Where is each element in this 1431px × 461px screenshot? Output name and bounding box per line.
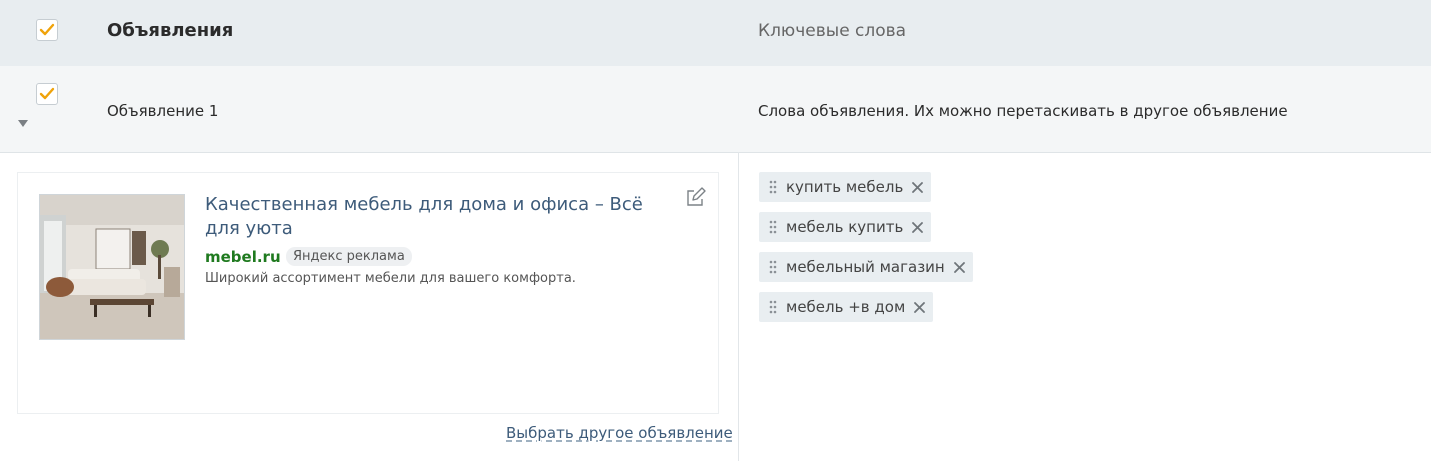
- ad-domain: mebel.ru: [205, 248, 281, 266]
- remove-icon[interactable]: [912, 181, 924, 193]
- expand-triangle-icon[interactable]: [18, 120, 28, 127]
- drag-handle-icon[interactable]: [769, 260, 777, 274]
- ad-name: Объявление 1: [107, 102, 219, 120]
- keyword-tag[interactable]: мебель купить: [759, 212, 932, 242]
- remove-icon[interactable]: [912, 221, 924, 233]
- header-ads-title: Объявления: [107, 20, 234, 41]
- drag-handle-icon[interactable]: [769, 300, 777, 314]
- remove-icon[interactable]: [914, 301, 926, 313]
- ad-headline: Качественная мебель для дома и офиса – В…: [205, 194, 643, 239]
- ad-description: Широкий ассортимент мебели для вашего ко…: [205, 271, 576, 286]
- checkmark-icon: [39, 87, 55, 100]
- drag-handle-icon[interactable]: [769, 220, 777, 234]
- choose-other-ad-link[interactable]: Выбрать другое объявление: [506, 424, 733, 442]
- keyword-text: мебель +в дом: [786, 298, 906, 316]
- ad-image: [39, 194, 185, 340]
- ad-checkbox[interactable]: [36, 83, 58, 105]
- keyword-text: купить мебель: [786, 178, 904, 196]
- remove-icon[interactable]: [953, 261, 965, 273]
- select-all-checkbox[interactable]: [36, 19, 58, 41]
- ad-words-hint: Слова объявления. Их можно перетаскивать…: [758, 102, 1288, 120]
- checkmark-icon: [39, 23, 55, 36]
- drag-handle-icon[interactable]: [769, 180, 777, 194]
- keyword-text: мебельный магазин: [786, 258, 945, 276]
- header-keywords-title: Ключевые слова: [758, 21, 907, 41]
- keyword-tag[interactable]: купить мебель: [759, 172, 932, 202]
- ad-preview-card: Качественная мебель для дома и офиса – В…: [17, 172, 719, 414]
- ad-source-badge: Яндекс реклама: [286, 247, 412, 266]
- table-header: Объявления Ключевые слова: [0, 0, 1431, 67]
- column-divider: [738, 152, 739, 461]
- keyword-tag[interactable]: мебель +в дом: [759, 292, 934, 322]
- edit-icon[interactable]: [684, 185, 708, 209]
- keyword-text: мебель купить: [786, 218, 904, 236]
- keyword-tag[interactable]: мебельный магазин: [759, 252, 973, 282]
